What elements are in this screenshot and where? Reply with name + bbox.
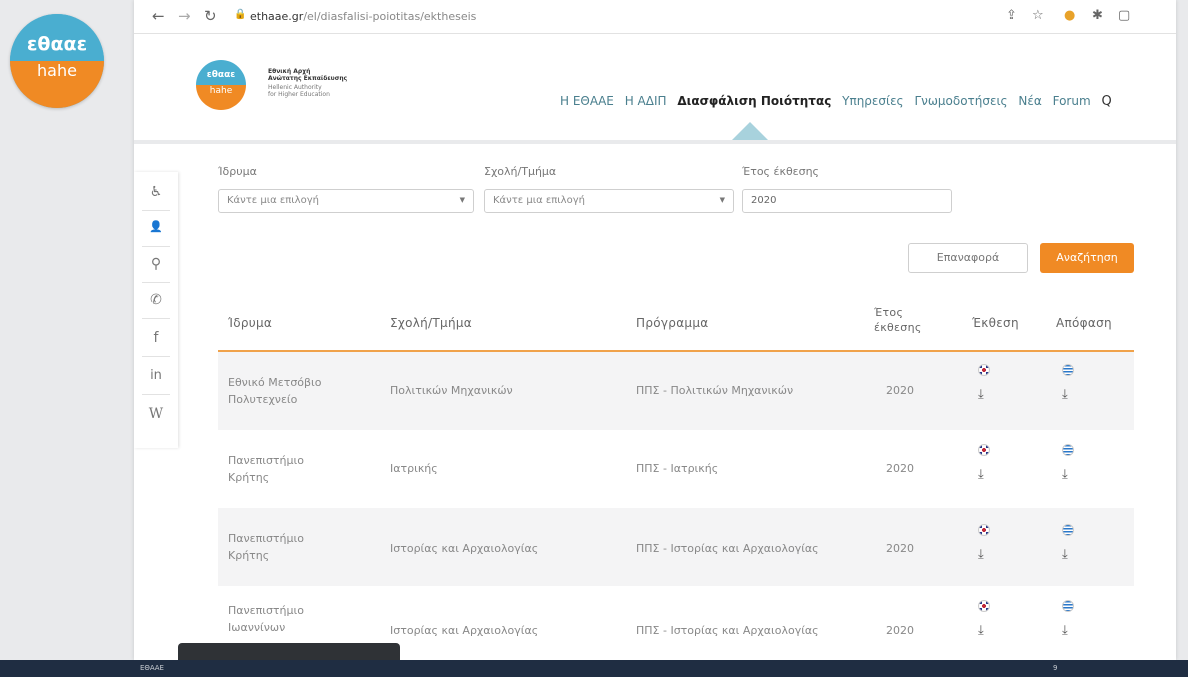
cell-program: ΠΠΣ - Ιστορίας και Αρχαιολογίας — [636, 624, 819, 637]
site-name: Εθνική Αρχή Ανώτατης Εκπαίδευσης Helleni… — [268, 68, 348, 98]
nav-item-forum[interactable]: Forum — [1053, 94, 1091, 108]
col-header-school: Σχολή/Τμήμα — [390, 316, 473, 330]
site-logo-greek: εθααε — [196, 60, 246, 85]
reload-icon[interactable]: ↻ — [204, 7, 217, 25]
search-button[interactable]: Αναζήτηση — [1040, 243, 1134, 273]
english-flag-icon — [978, 524, 990, 536]
bookmark-star-icon[interactable]: ☆ — [1032, 8, 1044, 23]
greek-flag-icon — [1062, 364, 1074, 376]
site-logo-latin: hahe — [196, 85, 246, 110]
side-social-bar: ♿ 👤 ⚲ ✆ f in W — [134, 172, 178, 448]
download-report-icon[interactable]: ⤓ — [978, 388, 984, 401]
cell-school: Ιστορίας και Αρχαιολογίας — [390, 542, 539, 555]
cell-year: 2020 — [886, 542, 914, 555]
user-icon[interactable]: 👤 — [134, 220, 178, 233]
header-divider — [134, 140, 1176, 144]
lock-icon: 🔒 — [234, 9, 247, 20]
col-header-program: Πρόγραμμα — [636, 316, 709, 330]
download-decision-icon[interactable]: ⤓ — [1062, 468, 1068, 481]
slide-logo-greek: εθααε — [10, 14, 104, 61]
cell-school: Πολιτικών Μηχανικών — [390, 384, 513, 397]
col-header-year: Έτος έκθεσης — [874, 306, 922, 334]
col-header-report: Έκθεση — [972, 316, 1019, 330]
main-navigation: Η ΕΘΑΑΕ Η ΑΔΙΠ Διασφάλιση Ποιότητας Υπηρ… — [560, 94, 1119, 109]
puzzle-extensions-icon[interactable]: ✱ — [1092, 8, 1103, 23]
cell-institution: Εθνικό Μετσόβιο Πολυτεχνείο — [228, 376, 322, 406]
site-header: εθααε hahe Εθνική Αρχή Ανώτατης Εκπαίδευ… — [134, 34, 1176, 144]
chevron-down-icon: ▼ — [719, 196, 725, 204]
wikipedia-icon[interactable]: W — [134, 406, 178, 422]
url-text: ethaae.gr/el/diasfalisi-poiotitas/ekthes… — [250, 10, 477, 23]
cell-school: Ιατρικής — [390, 462, 438, 475]
reset-button[interactable]: Επαναφορά — [908, 243, 1028, 273]
back-arrow-icon[interactable]: ← — [152, 7, 165, 25]
download-decision-icon[interactable]: ⤓ — [1062, 624, 1068, 637]
address-bar[interactable]: 🔒 ethaae.gr/el/diasfalisi-poiotitas/ekth… — [234, 6, 974, 28]
col-header-institution: Ίδρυμα — [228, 316, 273, 330]
download-decision-icon[interactable]: ⤓ — [1062, 388, 1068, 401]
filter-year-label: Έτος έκθεσης — [742, 165, 820, 178]
cell-year: 2020 — [886, 384, 914, 397]
hahe-slide-logo: εθααε hahe — [10, 14, 104, 108]
slide-number: 9 — [1053, 664, 1058, 672]
nav-item-opinions[interactable]: Γνωμοδοτήσεις — [914, 94, 1007, 108]
institution-select[interactable]: Κάντε μια επιλογή ▼ — [218, 189, 474, 213]
search-icon[interactable]: Q — [1101, 94, 1111, 109]
chevron-down-icon: ▼ — [459, 196, 465, 204]
window-icon[interactable]: ▢ — [1118, 8, 1130, 23]
nav-item-news[interactable]: Νέα — [1018, 94, 1041, 108]
nav-item-services[interactable]: Υπηρεσίες — [842, 94, 903, 108]
active-nav-pointer — [730, 122, 770, 142]
presentation-slide: εθααε hahe ← → ↻ 🔒 ethaae.gr/el/diasfali… — [0, 0, 1188, 660]
facebook-icon[interactable]: f — [134, 330, 178, 346]
status-tooltip — [178, 643, 400, 660]
greek-flag-icon — [1062, 524, 1074, 536]
cell-program: ΠΠΣ - Ιστορίας και Αρχαιολογίας — [636, 542, 819, 555]
cell-program: ΠΠΣ - Πολιτικών Μηχανικών — [636, 384, 794, 397]
extension-icon[interactable]: ● — [1064, 8, 1075, 23]
col-header-decision: Απόφαση — [1056, 316, 1112, 330]
browser-toolbar: ← → ↻ 🔒 ethaae.gr/el/diasfalisi-poiotita… — [134, 0, 1176, 34]
phone-icon[interactable]: ✆ — [134, 292, 178, 308]
cell-institution: Πανεπιστήμιο Ιωαννίνων — [228, 604, 304, 634]
filter-institution-label: Ίδρυμα — [218, 165, 257, 178]
filter-school-label: Σχολή/Τμήμα — [484, 165, 557, 178]
download-decision-icon[interactable]: ⤓ — [1062, 548, 1068, 561]
download-report-icon[interactable]: ⤓ — [978, 624, 984, 637]
accessibility-icon[interactable]: ♿ — [134, 184, 178, 200]
slide-logo-latin: hahe — [10, 61, 104, 108]
linkedin-icon[interactable]: in — [134, 368, 178, 383]
cell-year: 2020 — [886, 462, 914, 475]
footer-label: ΕΘΑΑΕ — [140, 664, 164, 672]
table-row: Πανεπιστήμιο Κρήτης Ιστορίας και Αρχαιολο… — [218, 508, 1134, 586]
browser-window: ← → ↻ 🔒 ethaae.gr/el/diasfalisi-poiotita… — [134, 0, 1176, 660]
nav-item-ethaae[interactable]: Η ΕΘΑΑΕ — [560, 94, 614, 108]
download-report-icon[interactable]: ⤓ — [978, 468, 984, 481]
year-input[interactable]: 2020 — [742, 189, 952, 213]
english-flag-icon — [978, 600, 990, 612]
table-row: Εθνικό Μετσόβιο Πολυτεχνείο Πολιτικών Μηχ… — [218, 352, 1134, 430]
school-select[interactable]: Κάντε μια επιλογή ▼ — [484, 189, 734, 213]
side-search-icon[interactable]: ⚲ — [134, 256, 178, 272]
forward-arrow-icon[interactable]: → — [178, 7, 191, 25]
site-logo[interactable]: εθααε hahe — [196, 60, 246, 110]
greek-flag-icon — [1062, 600, 1074, 612]
nav-item-quality-assurance[interactable]: Διασφάλιση Ποιότητας — [677, 94, 831, 108]
share-icon[interactable]: ⇪ — [1006, 8, 1017, 23]
table-row: Πανεπιστήμιο Κρήτης Ιατρικής ΠΠΣ - Ιατρικ… — [218, 430, 1134, 508]
slide-footer: ΕΘΑΑΕ 9 — [0, 660, 1188, 677]
english-flag-icon — [978, 444, 990, 456]
english-flag-icon — [978, 364, 990, 376]
cell-year: 2020 — [886, 624, 914, 637]
download-report-icon[interactable]: ⤓ — [978, 548, 984, 561]
cell-institution: Πανεπιστήμιο Κρήτης — [228, 454, 304, 484]
cell-school: Ιστορίας και Αρχαιολογίας — [390, 624, 539, 637]
nav-item-adip[interactable]: Η ΑΔΙΠ — [625, 94, 667, 108]
greek-flag-icon — [1062, 444, 1074, 456]
cell-institution: Πανεπιστήμιο Κρήτης — [228, 532, 304, 562]
cell-program: ΠΠΣ - Ιατρικής — [636, 462, 719, 475]
